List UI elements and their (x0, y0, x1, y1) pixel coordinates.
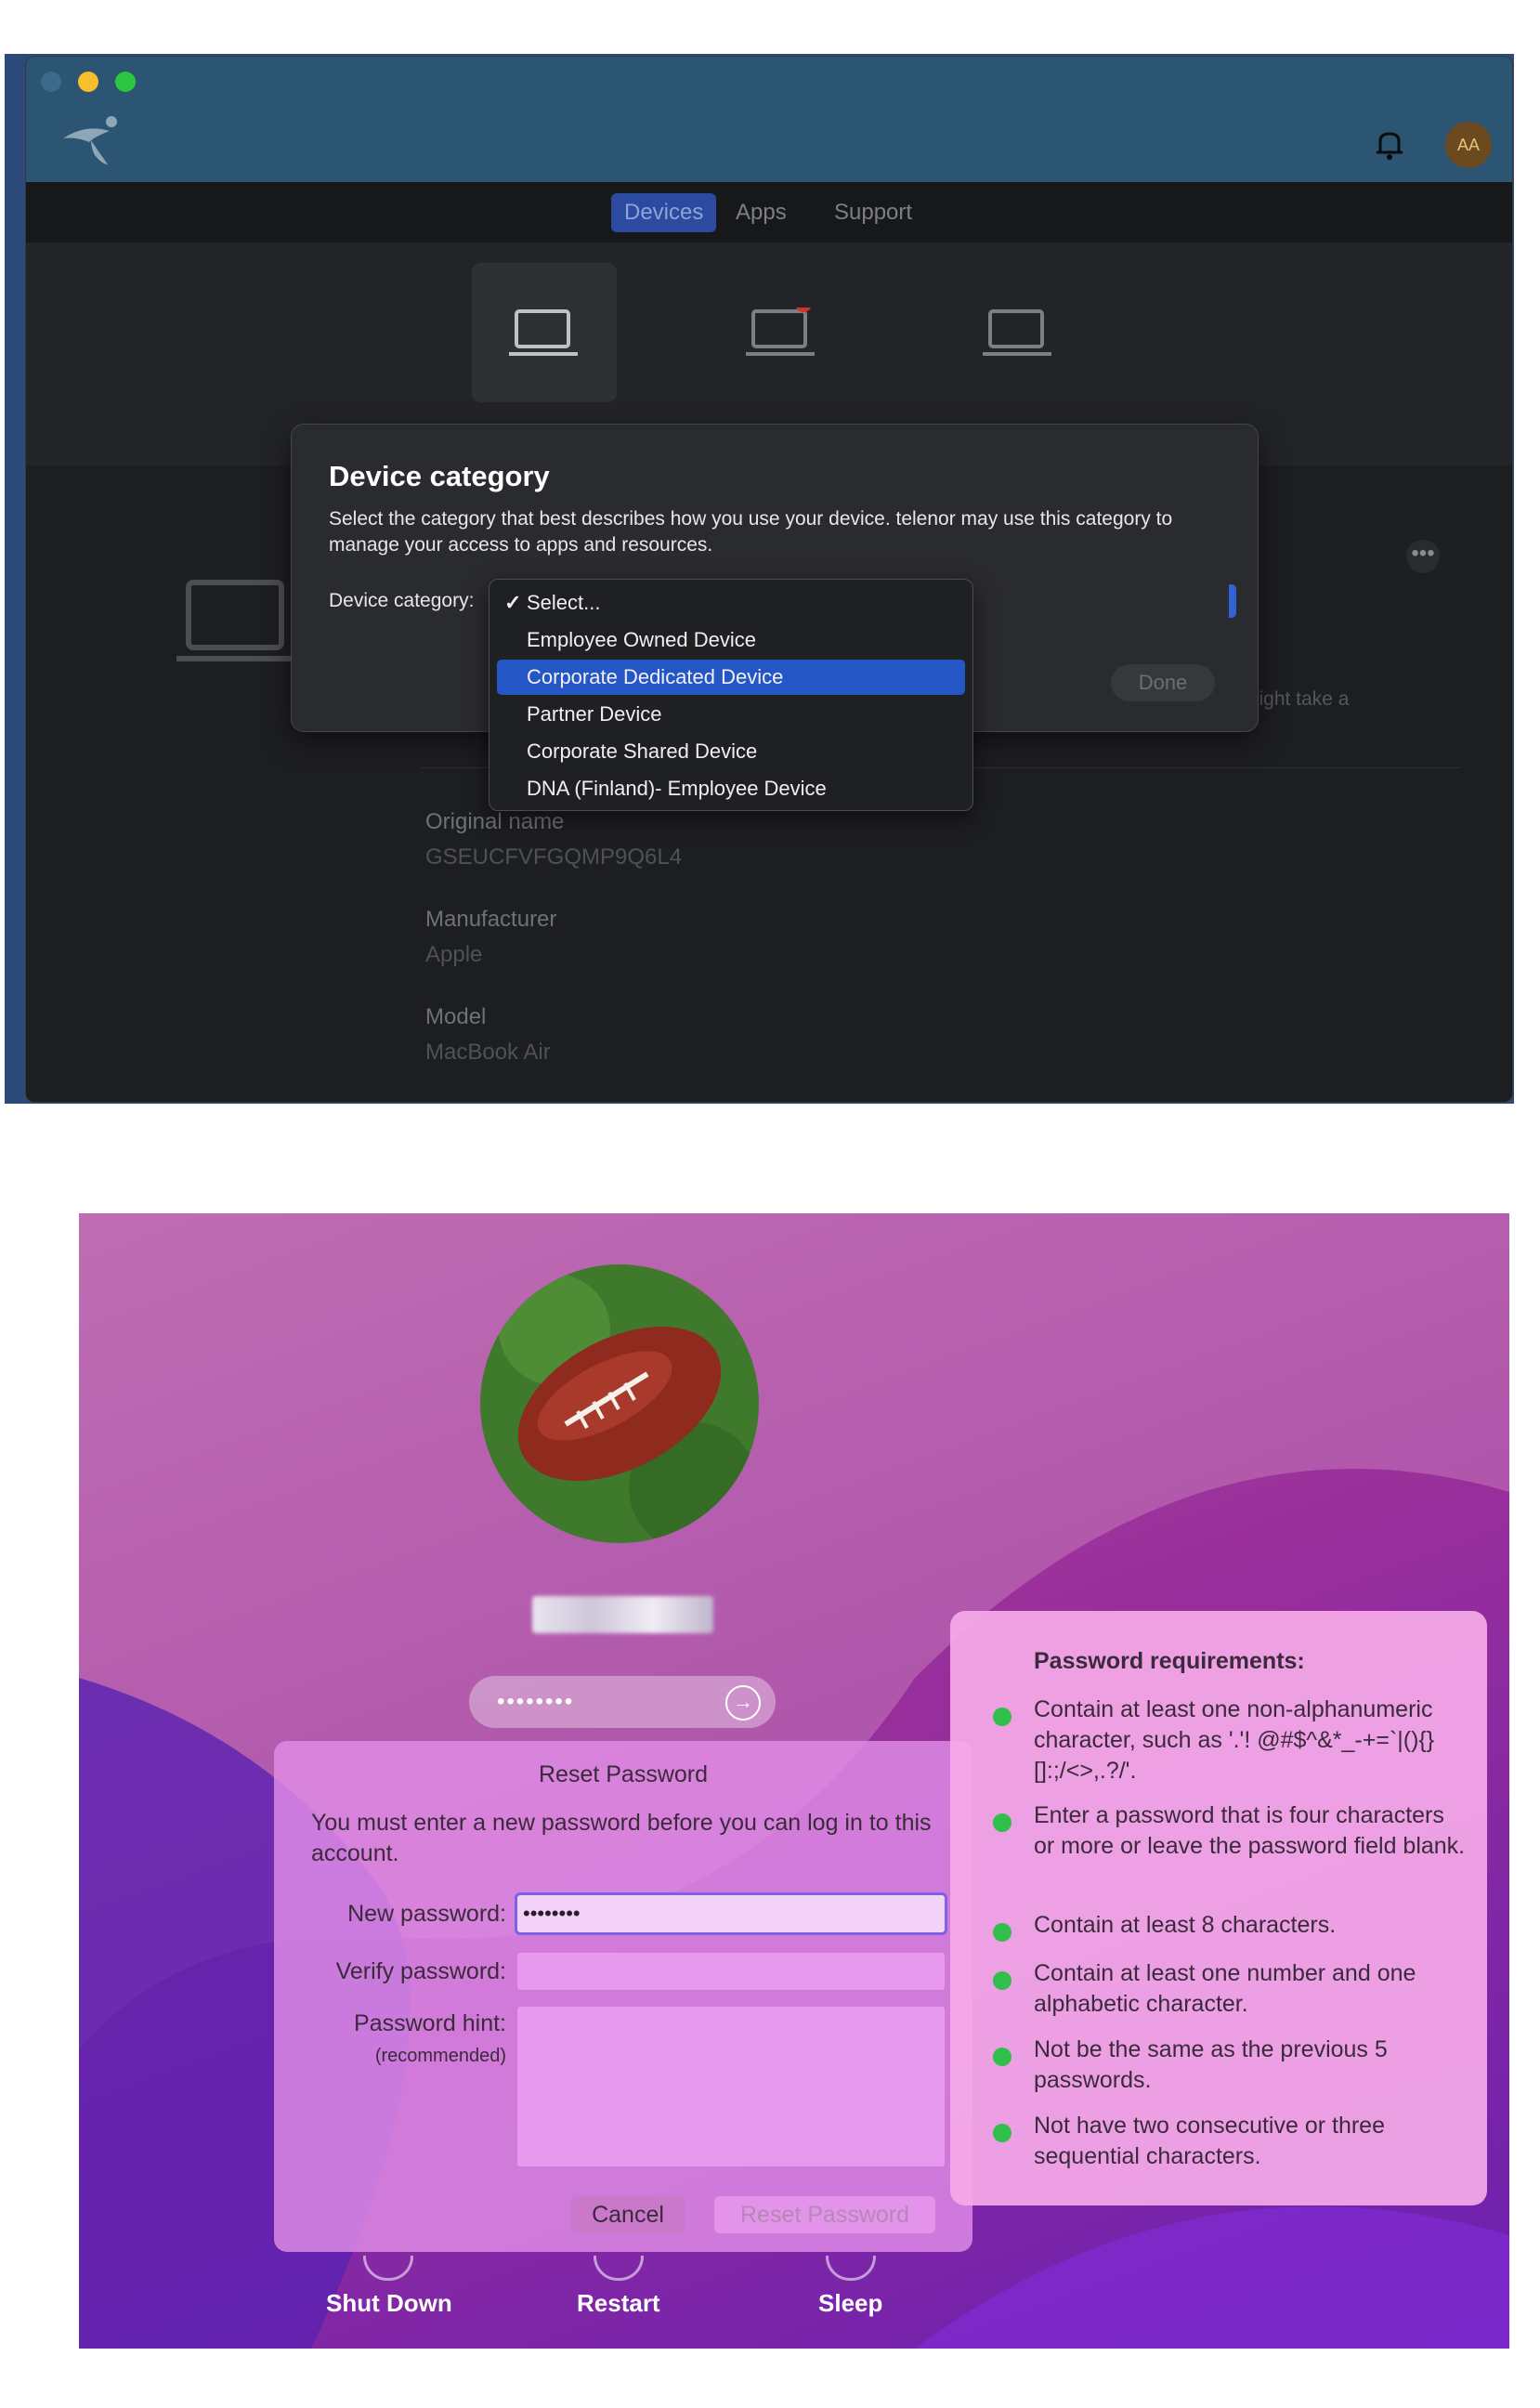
shutdown-button[interactable]: Shut Down (326, 2289, 452, 2318)
tab-apps[interactable]: Apps (723, 193, 800, 232)
requirement-met-icon (993, 1708, 1011, 1726)
tab-support[interactable]: Support (821, 193, 925, 232)
requirements-title: Password requirements: (1034, 1648, 1305, 1674)
checkmark-icon: ✓ (504, 591, 522, 614)
window-maximize-button[interactable] (115, 72, 136, 92)
dropdown-option-label: Corporate Shared Device (527, 739, 758, 763)
user-avatar[interactable]: AA (1445, 122, 1492, 168)
device-tile-selected[interactable] (472, 263, 617, 402)
password-hint-label: Password hint: (354, 2010, 506, 2036)
device-laptop-icon (176, 580, 294, 661)
dropdown-option-label: DNA (Finland)- Employee Device (527, 777, 827, 800)
restart-button[interactable]: Restart (577, 2289, 660, 2318)
device-category-select[interactable] (1229, 584, 1236, 618)
company-portal-window: AA Devices Apps Support ••• might take a… (25, 56, 1513, 1103)
device-tile-warning[interactable] (709, 263, 854, 402)
verify-password-label: Verify password: (335, 1958, 506, 1984)
original-name-value: GSEUCFVFGQMP9Q6L4 (425, 844, 683, 870)
dropdown-option-corporate-dedicated[interactable]: Corporate Dedicated Device (497, 660, 965, 695)
dropdown-option-label: Employee Owned Device (527, 628, 757, 651)
password-hint-sublabel: (recommended) (374, 2046, 506, 2066)
model-label: Model (425, 1004, 487, 1029)
requirement-item: Enter a password that is four characters… (1034, 1802, 1466, 1859)
requirement-item: Not have two consecutive or three sequen… (1034, 2113, 1385, 2169)
login-password-field[interactable]: •••••••• → (469, 1676, 776, 1728)
telenor-logo-icon (63, 116, 117, 164)
new-password-label: New password: (347, 1901, 506, 1927)
verify-password-field[interactable] (517, 1953, 945, 1990)
dropdown-option-label: Partner Device (527, 702, 662, 726)
dropdown-option-partner[interactable]: Partner Device (497, 697, 965, 732)
model-value: MacBook Air (425, 1040, 551, 1065)
requirement-item: Contain at least 8 characters. (1034, 1912, 1337, 1938)
tab-bar: Devices Apps Support (26, 182, 1512, 242)
macos-login-screenshot: •••••••• → Reset Password You must enter… (79, 1213, 1509, 2349)
device-category-label: Device category: (329, 590, 475, 611)
reset-password-button[interactable]: Reset Password (714, 2196, 935, 2233)
new-password-field[interactable] (515, 1892, 947, 1935)
dropdown-option-corporate-shared[interactable]: Corporate Shared Device (497, 734, 965, 769)
laptop-icon (983, 309, 1051, 356)
dropdown-option-label: Corporate Dedicated Device (527, 665, 784, 688)
user-avatar-football (480, 1264, 759, 1543)
cancel-button[interactable]: Cancel (571, 2196, 685, 2233)
tab-devices[interactable]: Devices (611, 193, 717, 232)
sleep-button[interactable]: Sleep (818, 2289, 882, 2318)
device-category-dropdown: ✓ Select... Employee Owned Device Corpor… (489, 579, 973, 811)
device-tile-other[interactable] (946, 263, 1090, 402)
requirement-met-icon (993, 2048, 1011, 2066)
more-options-button[interactable]: ••• (1406, 540, 1440, 573)
password-dots: •••••••• (497, 1689, 575, 1714)
dialog-description: Select the category that best describes … (329, 508, 1173, 556)
requirement-item: Not be the same as the previous 5 passwo… (1034, 2036, 1388, 2093)
requirement-item: Contain at least one number and one alph… (1034, 1960, 1416, 2017)
window-close-button[interactable] (41, 72, 61, 92)
done-button[interactable]: Done (1111, 664, 1215, 701)
dialog-title: Device category (329, 460, 550, 492)
requirement-met-icon (993, 1923, 1011, 1942)
manufacturer-label: Manufacturer (425, 907, 557, 932)
laptop-warning-icon (746, 308, 815, 356)
dropdown-option-dna-finland[interactable]: DNA (Finland)- Employee Device (497, 771, 965, 806)
dropdown-option-select[interactable]: ✓ Select... (497, 585, 965, 621)
requirement-met-icon (993, 2124, 1011, 2142)
reset-password-title: Reset Password (538, 1761, 709, 1787)
password-requirements-panel: Password requirements: Contain at least … (950, 1611, 1487, 2205)
notification-bell-icon[interactable] (1371, 126, 1408, 164)
window-minimize-button[interactable] (78, 72, 98, 92)
submit-arrow-icon[interactable]: → (725, 1685, 761, 1721)
username-redacted (532, 1596, 713, 1633)
laptop-icon (509, 309, 578, 356)
title-bar: AA (26, 57, 1512, 182)
requirement-item: Contain at least one non-alphanumeric ch… (1034, 1696, 1435, 1784)
reset-password-message: You must enter a new password before you… (311, 1810, 932, 1866)
dropdown-option-label: Select... (527, 591, 601, 614)
requirement-met-icon (993, 1813, 1011, 1832)
status-note-text: might take a (1243, 688, 1350, 710)
dropdown-option-employee-owned[interactable]: Employee Owned Device (497, 622, 965, 658)
password-hint-field[interactable] (517, 2007, 945, 2166)
original-name-label: Original name (425, 809, 565, 834)
requirement-met-icon (993, 1971, 1011, 1990)
company-portal-screenshot: AA Devices Apps Support ••• might take a… (5, 54, 1514, 1104)
reset-password-panel: Reset Password You must enter a new pass… (274, 1741, 972, 2252)
manufacturer-value: Apple (425, 942, 483, 967)
football-icon (480, 1264, 759, 1543)
